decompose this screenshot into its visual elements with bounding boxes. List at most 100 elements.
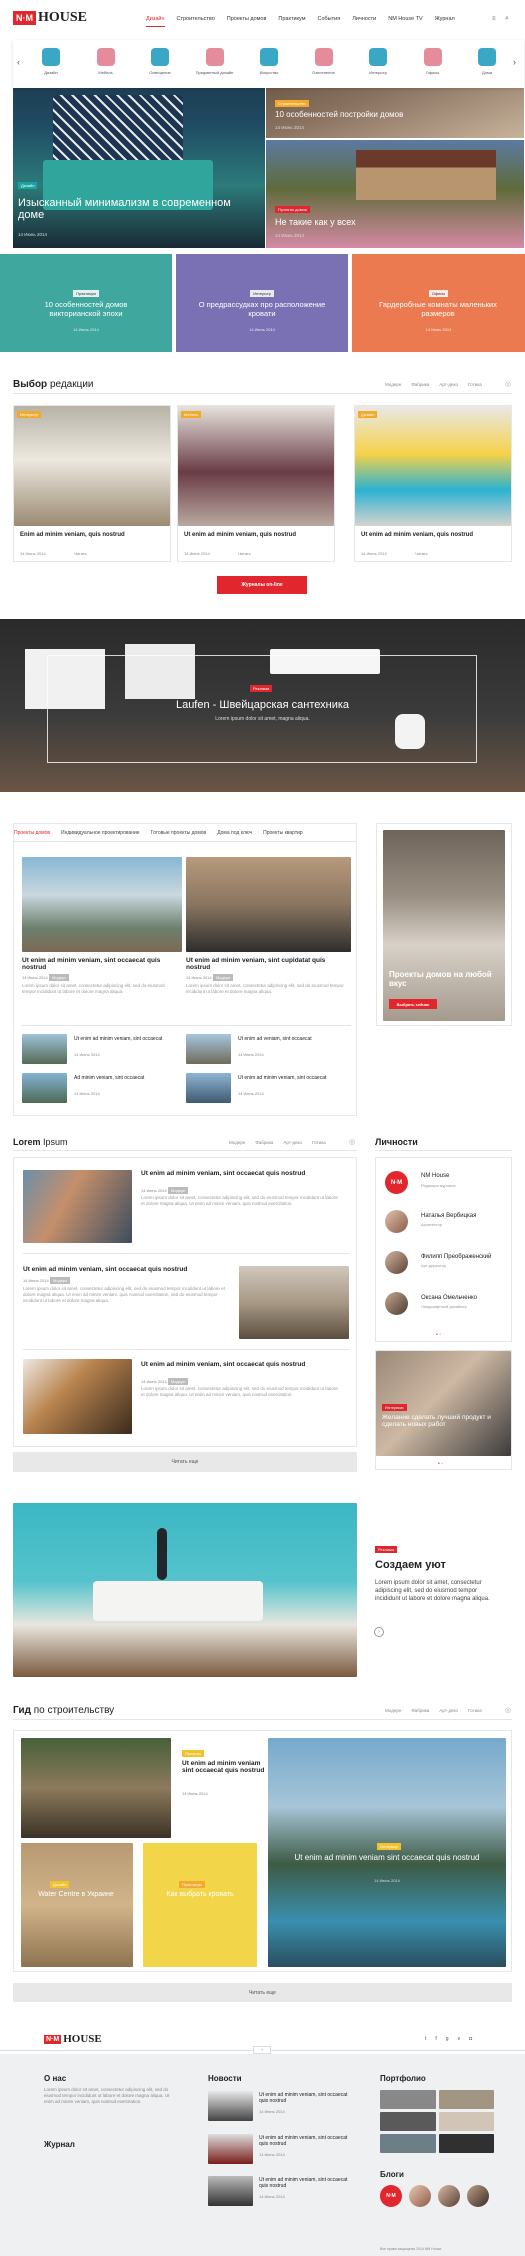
nav-item[interactable]: События — [318, 16, 341, 27]
feature-tile[interactable]: Интерьер О предрассудках про расположение… — [176, 254, 348, 352]
guide-image-3[interactable] — [143, 1843, 257, 1967]
project-small-title[interactable]: Ad minim veniam, sint occaecat — [74, 1075, 174, 1081]
portfolio-thumb[interactable] — [380, 2090, 436, 2109]
menu-icon[interactable]: ≡ — [492, 16, 496, 22]
nav-item[interactable]: Строительство — [177, 16, 215, 27]
filter-tab[interactable]: Готика — [468, 382, 482, 387]
tab-individual[interactable]: Индивидуальное проектирование — [61, 830, 140, 836]
pager-dots[interactable]: • • — [436, 1332, 441, 1338]
person-name[interactable]: NM House — [421, 1173, 449, 1179]
tile-title[interactable]: Гардеробные комнаты маленьких размеров — [370, 300, 506, 318]
guide-item3-title[interactable]: Как выбрать кровать — [148, 1891, 252, 1898]
hero-main-title[interactable]: Изысканный минимализм в современном доме — [18, 197, 248, 221]
category-item[interactable]: Дизайн — [29, 44, 73, 75]
editor-card-title[interactable]: Ut enim ad minim veniam, quis nostrud — [184, 532, 332, 538]
category-item[interactable]: Мебель — [84, 44, 128, 75]
search-icon[interactable]: ⌕ — [505, 15, 509, 23]
tile-title[interactable]: 10 особенностей домов викторианской эпох… — [18, 300, 154, 318]
lorem-title[interactable]: Ut enim ad minim veniam, sint occaecat q… — [141, 1361, 341, 1368]
google-plus-icon[interactable]: g — [446, 2036, 449, 2042]
instagram-icon[interactable]: ◘ — [469, 2036, 472, 2042]
editor-card[interactable]: Интерьер Enim ad minim veniam, quis nostr… — [13, 405, 171, 562]
filter-tab[interactable]: Фабрика — [255, 1140, 273, 1145]
nav-item[interactable]: Дизайн — [146, 16, 165, 27]
category-item[interactable]: Озеленение — [302, 44, 346, 75]
guide-read-more-button[interactable]: Читать еще — [13, 1983, 512, 2002]
filter-tab[interactable]: Готика — [468, 1708, 482, 1713]
news-title[interactable]: Ut enim ad minim veniam, sint occaecat q… — [259, 2135, 354, 2147]
editor-card[interactable]: Мебель Ut enim ad minim veniam, quis nost… — [177, 405, 335, 562]
project-small-thumb[interactable] — [22, 1073, 67, 1103]
banner[interactable]: Реклама Laufen - Швейцарская сантехника … — [0, 619, 525, 792]
person-name[interactable]: Филипп Преображенский — [421, 1254, 491, 1260]
news-thumb[interactable] — [208, 2134, 253, 2164]
guide-item1-title[interactable]: Ut enim ad minim veniam sint occaecat qu… — [182, 1760, 272, 1774]
read-more-button[interactable]: Читать еще — [13, 1452, 357, 1472]
filter-tab[interactable]: Арт-деко — [439, 382, 458, 387]
arrow-right-icon[interactable]: › — [374, 1627, 384, 1637]
filter-tab[interactable]: Арт-деко — [283, 1140, 302, 1145]
project-image-2[interactable] — [186, 857, 351, 952]
project-small-title[interactable]: Ut enim ad minim veniam, sint occaecat — [238, 1075, 338, 1081]
project-small-title[interactable]: Ut enim ad veniam, sint occaecat — [238, 1036, 338, 1042]
news-thumb[interactable] — [208, 2176, 253, 2206]
hero-side1-title[interactable]: 10 особенностей постройки домов — [275, 110, 403, 119]
news-title[interactable]: Ut enim ad minim veniam, sint occaecat q… — [259, 2177, 354, 2189]
nav-item[interactable]: Практикум — [278, 16, 305, 27]
nav-item[interactable]: Проекты домов — [227, 16, 267, 27]
category-item[interactable]: Дома — [465, 44, 509, 75]
projects-ad[interactable]: Проекты домов на любой вкус Выбрать сейч… — [376, 823, 512, 1026]
nav-item[interactable]: Журнал — [435, 16, 455, 27]
journals-button[interactable]: Журналы on-line — [217, 576, 307, 594]
person-name[interactable]: Наталья Вербицкая — [421, 1213, 476, 1219]
project-title[interactable]: Ut enim ad minim veniam, sint cupidatat … — [186, 957, 346, 971]
persons-promo[interactable]: Интервью Желание сделать лучший продукт … — [375, 1350, 512, 1470]
facebook-icon[interactable]: f — [435, 2036, 436, 2042]
avatar[interactable] — [385, 1292, 408, 1315]
cozy-image[interactable] — [13, 1503, 357, 1677]
filter-tab[interactable]: Фабрика — [411, 382, 429, 387]
hero-side-2[interactable]: Проекты домов Не такие как у всех 14 Июн… — [266, 140, 524, 248]
guide-item2-title[interactable]: Water Centre в Украине — [26, 1891, 126, 1898]
category-item[interactable]: Офисы — [411, 44, 455, 75]
footer-logo[interactable]: N·M HOUSE — [44, 2033, 102, 2045]
portfolio-thumb[interactable] — [380, 2112, 436, 2131]
lorem-image-3[interactable] — [23, 1359, 132, 1434]
category-item[interactable]: Освещение — [138, 44, 182, 75]
news-thumb[interactable] — [208, 2091, 253, 2121]
lorem-title[interactable]: Ut enim ad minim veniam, sint occaecat q… — [23, 1266, 223, 1273]
promo-title[interactable]: Желание сделать лучший продукт и сделать… — [382, 1414, 507, 1428]
project-small-thumb[interactable] — [186, 1073, 231, 1103]
pager-dots[interactable]: • • — [438, 1461, 443, 1467]
tile-title[interactable]: О предрассудках про расположение кровати — [194, 300, 330, 318]
category-item[interactable]: Интерьер — [356, 44, 400, 75]
guide-big-title[interactable]: Ut enim ad minim veniam sint occaecat qu… — [278, 1853, 496, 1862]
nav-item[interactable]: Личности — [352, 16, 376, 27]
portfolio-thumb[interactable] — [438, 2134, 494, 2153]
project-small-thumb[interactable] — [186, 1034, 231, 1064]
hero-side2-title[interactable]: Не такие как у всех — [275, 217, 356, 227]
feature-tile[interactable]: Офисы Гардеробные комнаты маленьких разме… — [352, 254, 525, 352]
category-item[interactable]: Предметный дизайн — [193, 44, 237, 75]
portfolio-thumb[interactable] — [438, 2090, 494, 2109]
editor-card-title[interactable]: Ut enim ad minim veniam, quis nostrud — [361, 532, 509, 538]
filter-tab[interactable]: Фабрика — [411, 1708, 429, 1713]
avatar[interactable]: N·M — [380, 2185, 402, 2207]
choose-now-button[interactable]: Выбрать сейчас — [389, 999, 437, 1009]
filter-tab[interactable]: Модерн — [229, 1140, 245, 1145]
twitter-icon[interactable]: t — [425, 2036, 426, 2042]
news-title[interactable]: Ut enim ad minim veniam, sint occaecat q… — [259, 2092, 354, 2104]
avatar[interactable] — [438, 2185, 460, 2207]
nav-item[interactable]: NM House TV — [388, 16, 422, 27]
category-item[interactable]: Искусство — [247, 44, 291, 75]
person-name[interactable]: Оксана Омельченко — [421, 1295, 477, 1301]
lorem-image-1[interactable] — [23, 1170, 132, 1243]
filter-tab[interactable]: Модерн — [385, 1708, 401, 1713]
tab-projects[interactable]: Проекты домов — [14, 830, 50, 836]
tab-apartments[interactable]: Проекты квартир — [263, 830, 303, 836]
settings-icon[interactable]: ◎ — [505, 1706, 511, 1714]
portfolio-thumb[interactable] — [380, 2134, 436, 2153]
chevron-right-icon[interactable]: › — [513, 57, 516, 67]
vk-icon[interactable]: v — [458, 2036, 461, 2042]
project-small-thumb[interactable] — [22, 1034, 67, 1064]
